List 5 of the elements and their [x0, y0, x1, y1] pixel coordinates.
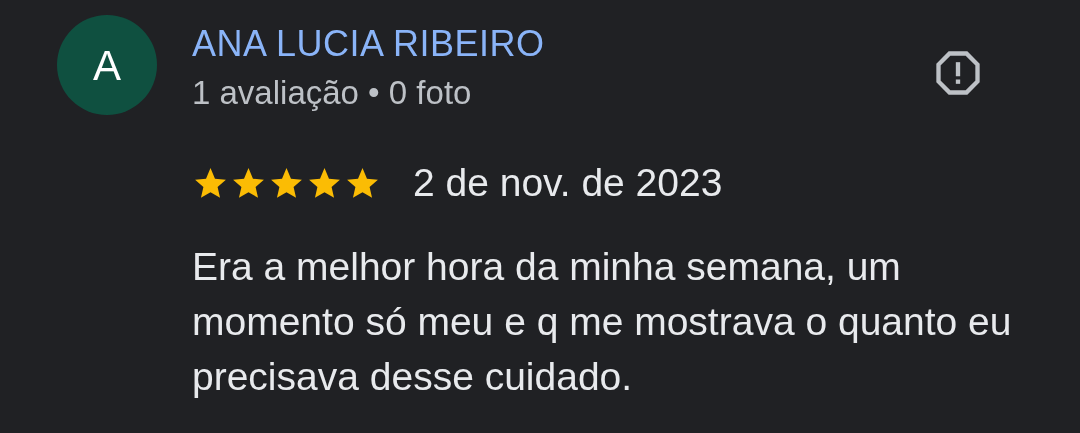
review-date: 2 de nov. de 2023 [412, 162, 723, 205]
review-text: Era a melhor hora da minha semana, um momento só meu e q me mostrava o quanto eu precisava desse cuidado. [192, 243, 1013, 400]
avatar: A [57, 15, 157, 115]
author-stats: 1 avaliação • 0 foto [192, 76, 473, 109]
author-name[interactable]: ANA LUCIA RIBEIRO [192, 26, 932, 62]
